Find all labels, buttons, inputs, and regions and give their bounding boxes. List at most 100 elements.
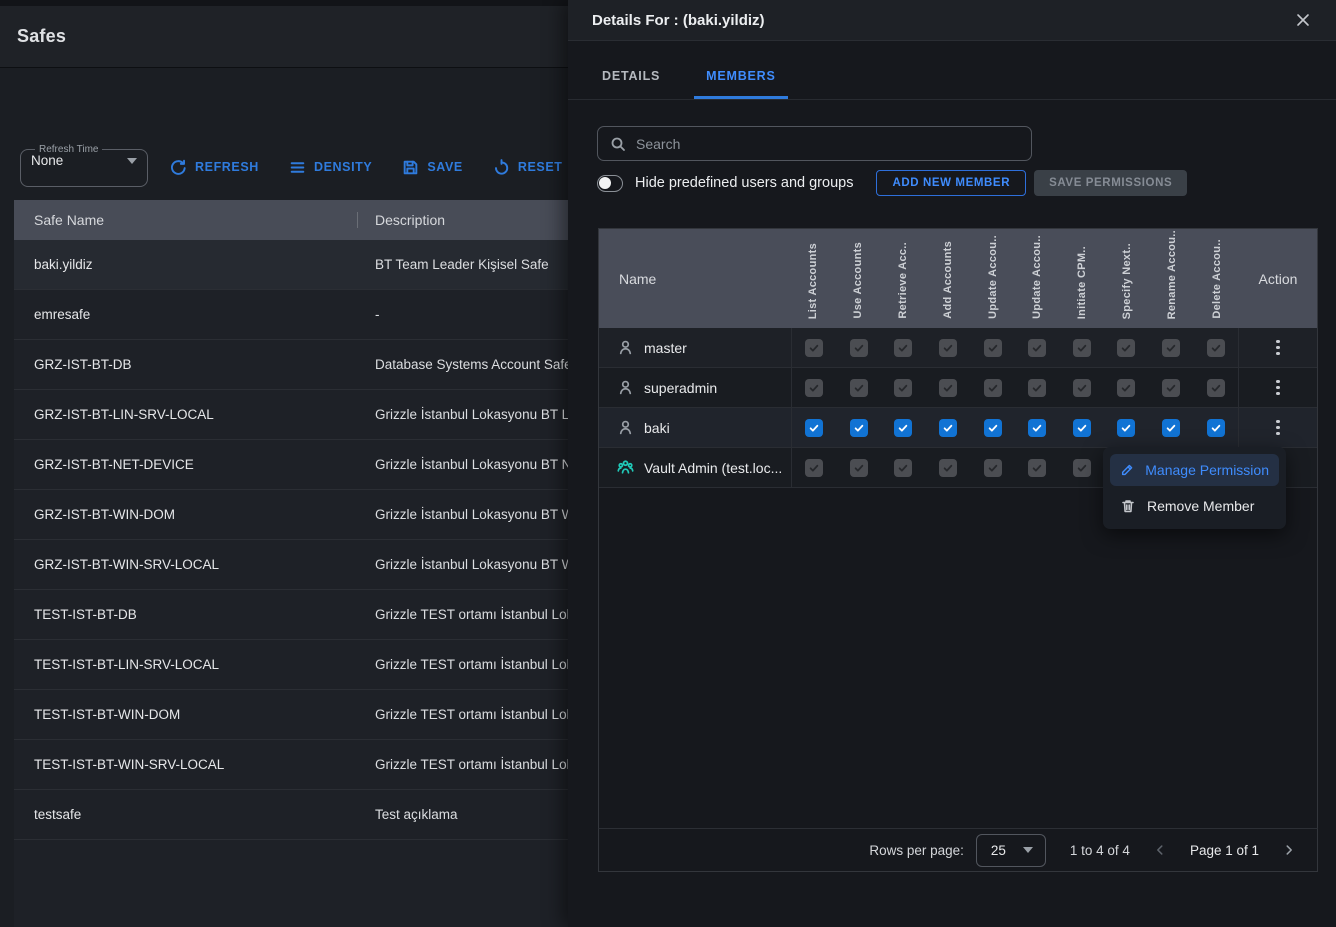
permission-checkbox[interactable] — [1149, 379, 1194, 397]
permission-checkbox[interactable] — [837, 339, 882, 357]
user-icon — [617, 419, 634, 436]
permission-column-header[interactable]: List Accounts — [791, 229, 836, 328]
toggle-knob — [599, 177, 611, 189]
permission-checkbox[interactable] — [970, 459, 1015, 477]
permission-cells — [791, 368, 1239, 407]
permission-checkbox[interactable] — [1015, 419, 1060, 437]
permission-checkbox[interactable] — [926, 379, 971, 397]
row-action-menu: Manage Permission Remove Member — [1103, 447, 1286, 529]
permission-checkbox[interactable] — [1104, 419, 1149, 437]
column-header-safe-name[interactable]: Safe Name — [14, 212, 357, 228]
permission-column-header[interactable]: Update Accou.. — [970, 229, 1015, 328]
permission-checkbox[interactable] — [926, 419, 971, 437]
permission-checkbox[interactable] — [837, 459, 882, 477]
search-input[interactable] — [636, 136, 1031, 152]
permission-checkbox[interactable] — [926, 459, 971, 477]
member-name: master — [644, 340, 687, 356]
permission-checkbox[interactable] — [1104, 379, 1149, 397]
screen: Safes Refresh Time None REFRESH DENSITY … — [0, 0, 1336, 927]
tab-details[interactable]: DETAILS — [590, 69, 672, 99]
member-row[interactable]: master — [599, 328, 1317, 368]
permission-checkbox[interactable] — [881, 459, 926, 477]
next-page-button[interactable] — [1279, 840, 1299, 860]
permission-checkbox[interactable] — [792, 419, 837, 437]
hide-predefined-toggle[interactable] — [597, 175, 623, 192]
permission-column-header[interactable]: Add Accounts — [925, 229, 970, 328]
remove-member-menu-item[interactable]: Remove Member — [1110, 490, 1279, 522]
permission-cells — [791, 408, 1239, 447]
permission-checkbox[interactable] — [881, 339, 926, 357]
column-header-description[interactable]: Description — [358, 212, 445, 228]
member-controls: Hide predefined users and groups ADD NEW… — [597, 170, 1307, 196]
safe-description-cell: BT Team Leader Kişisel Safe — [375, 257, 549, 272]
permission-checkbox[interactable] — [970, 379, 1015, 397]
member-row[interactable]: superadmin — [599, 368, 1317, 408]
rows-per-page-select[interactable]: 25 — [976, 834, 1046, 867]
permission-checkbox[interactable] — [792, 379, 837, 397]
permission-checkbox[interactable] — [1149, 339, 1194, 357]
member-name-cell: Vault Admin (test.loc... — [599, 448, 791, 487]
add-new-member-button[interactable]: ADD NEW MEMBER — [876, 170, 1026, 196]
safe-name-cell: GRZ-IST-BT-LIN-SRV-LOCAL — [14, 407, 375, 422]
permission-column-headers: List AccountsUse AccountsRetrieve Acc..A… — [791, 229, 1239, 328]
kebab-menu-icon[interactable] — [1271, 335, 1285, 361]
safe-name-cell: TEST-IST-BT-LIN-SRV-LOCAL — [14, 657, 375, 672]
permission-checkbox[interactable] — [792, 459, 837, 477]
density-button[interactable]: DENSITY — [289, 159, 372, 176]
permission-column-header[interactable]: Use Accounts — [836, 229, 881, 328]
safe-name-cell: baki.yildiz — [14, 257, 375, 272]
reset-button[interactable]: RESET — [493, 159, 563, 176]
permission-checkbox[interactable] — [837, 379, 882, 397]
safe-description-cell: Grizzle İstanbul Lokasyonu BT Wind — [375, 507, 592, 522]
permission-checkbox[interactable] — [881, 419, 926, 437]
permission-checkbox[interactable] — [1193, 379, 1238, 397]
permission-checkbox[interactable] — [1015, 459, 1060, 477]
chevron-down-icon — [127, 158, 137, 164]
member-search[interactable] — [597, 126, 1032, 161]
permission-column-header[interactable]: Specify Next.. — [1105, 229, 1150, 328]
permission-checkbox[interactable] — [1060, 419, 1105, 437]
pagination-range: 1 to 4 of 4 — [1070, 843, 1130, 858]
permission-column-header[interactable]: Retrieve Acc.. — [881, 229, 926, 328]
trash-icon — [1120, 498, 1136, 514]
permission-checkbox[interactable] — [1104, 339, 1149, 357]
member-row[interactable]: baki — [599, 408, 1317, 448]
permission-checkbox[interactable] — [1015, 379, 1060, 397]
safe-description-cell: Database Systems Account Safe — [375, 357, 572, 372]
member-name: superadmin — [644, 380, 717, 396]
member-name-cell: superadmin — [599, 368, 791, 407]
permission-checkbox[interactable] — [792, 339, 837, 357]
kebab-menu-icon[interactable] — [1271, 415, 1285, 441]
safe-name-cell: testsafe — [14, 807, 375, 822]
permission-checkbox[interactable] — [1060, 379, 1105, 397]
permission-checkbox[interactable] — [1060, 339, 1105, 357]
permission-checkbox[interactable] — [1193, 339, 1238, 357]
permission-checkbox[interactable] — [926, 339, 971, 357]
safe-name-cell: TEST-IST-BT-DB — [14, 607, 375, 622]
permission-checkbox[interactable] — [970, 419, 1015, 437]
permission-checkbox[interactable] — [1060, 459, 1105, 477]
permission-column-header[interactable]: Delete Accou.. — [1194, 229, 1239, 328]
permission-column-header[interactable]: Initiate CPM.. — [1060, 229, 1105, 328]
close-icon[interactable] — [1294, 11, 1312, 29]
permission-checkbox[interactable] — [1015, 339, 1060, 357]
permission-checkbox[interactable] — [837, 419, 882, 437]
pagination-bar: Rows per page: 25 1 to 4 of 4 Page 1 of … — [598, 828, 1318, 872]
manage-permission-menu-item[interactable]: Manage Permission — [1110, 454, 1279, 486]
permission-column-header[interactable]: Update Accou.. — [1015, 229, 1060, 328]
permission-column-header[interactable]: Rename Accou.. — [1149, 229, 1194, 328]
permission-checkbox[interactable] — [970, 339, 1015, 357]
kebab-menu-icon[interactable] — [1271, 375, 1285, 401]
permission-checkbox[interactable] — [1193, 419, 1238, 437]
column-header-name[interactable]: Name — [599, 229, 791, 328]
refresh-time-dropdown[interactable]: Refresh Time None — [20, 144, 148, 187]
tab-members[interactable]: MEMBERS — [694, 69, 788, 99]
previous-page-button[interactable] — [1150, 840, 1170, 860]
safe-name-cell: GRZ-IST-BT-WIN-SRV-LOCAL — [14, 557, 375, 572]
refresh-button[interactable]: REFRESH — [170, 159, 259, 176]
refresh-time-value: None — [31, 153, 63, 168]
save-button[interactable]: SAVE — [402, 159, 463, 176]
permission-checkbox[interactable] — [881, 379, 926, 397]
permission-checkbox[interactable] — [1149, 419, 1194, 437]
member-name-cell: master — [599, 328, 791, 367]
